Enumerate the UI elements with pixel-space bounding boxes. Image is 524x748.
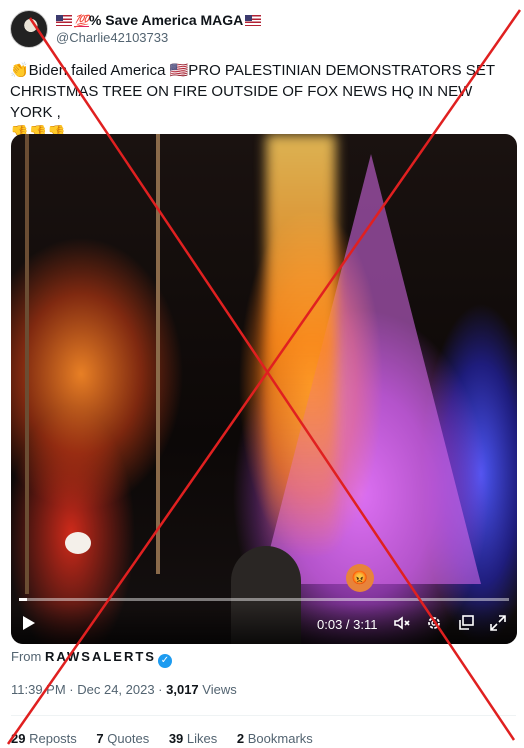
video-player[interactable]: 😡 0:03 / 3:11 [11,134,517,644]
play-icon[interactable] [23,616,35,630]
video-controls: 0:03 / 3:11 [11,604,517,644]
pop-out-icon[interactable] [456,613,476,633]
reposts-label: Reposts [29,731,77,746]
views-label: Views [198,682,237,697]
likes-stat[interactable]: 39 Likes [169,731,217,746]
display-name: % Save America MAGA [88,12,244,28]
quotes-count: 7 [96,731,104,746]
engagement-stats: 29 Reposts 7 Quotes 39 Likes 2 Bookmarks [11,731,329,746]
divider [11,715,516,716]
video-progress-bar[interactable] [19,598,509,601]
source-account-link[interactable]: RAWSALERTS [45,649,156,664]
reposts-stat[interactable]: 29 Reposts [11,731,77,746]
tweet-header: 💯% Save America MAGA @Charlie42103733 [8,8,516,48]
timestamp[interactable]: 11:39 PM · Dec 24, 2023 · [11,682,166,697]
quotes-stat[interactable]: 7 Quotes [96,731,149,746]
source-attribution: From RAWSALERTS ✓ [11,649,172,668]
verified-badge-icon: ✓ [157,654,172,668]
bookmarks-stat[interactable]: 2 Bookmarks [237,731,313,746]
tweet-text: 👏Biden failed America 🇺🇸PRO PALESTINIAN … [10,60,510,144]
us-flag-icon [56,15,72,26]
author-handle[interactable]: @Charlie42103733 [56,30,168,45]
street-lamp [65,532,91,554]
quotes-label: Quotes [107,731,150,746]
video-progress-fill [19,598,27,601]
bookmarks-label: Bookmarks [247,731,313,746]
hundred-icon: 💯 [74,14,89,28]
reposts-count: 29 [11,731,26,746]
author-name[interactable]: 💯% Save America MAGA [56,12,263,28]
tweet-text-line: 👏Biden failed America 🇺🇸PRO PALESTINIAN … [10,62,495,79]
lamp-pole [156,134,160,574]
settings-gear-icon[interactable] [424,613,444,633]
fire [266,134,336,554]
likes-count: 39 [168,731,184,746]
angry-face-icon: 😡 [346,564,374,592]
avatar[interactable] [10,10,48,48]
tweet-meta: 11:39 PM · Dec 24, 2023 · 3,017 Views [11,682,237,697]
fullscreen-icon[interactable] [488,613,508,633]
video-time: 0:03 / 3:11 [317,617,378,632]
views-count: 3,017 [166,682,199,697]
volume-muted-icon[interactable] [392,613,412,633]
lamp-pole [25,134,29,594]
likes-label: Likes [186,731,218,746]
us-flag-icon [245,15,262,26]
from-label: From [11,649,42,664]
bookmarks-count: 2 [236,731,245,746]
tweet-text-line: CHRISTMAS TREE ON FIRE OUTSIDE OF FOX NE… [10,83,473,121]
